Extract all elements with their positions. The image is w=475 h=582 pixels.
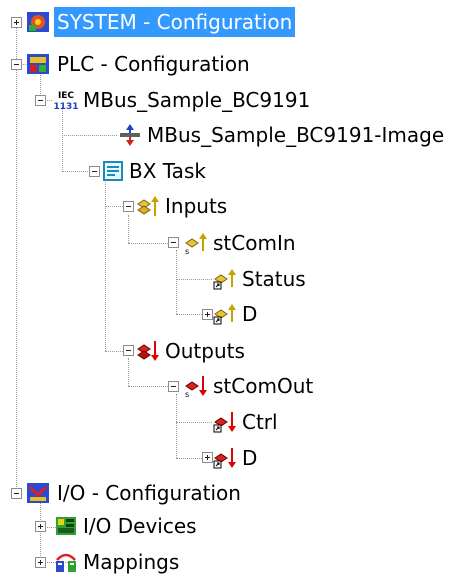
- tree-line: [128, 215, 129, 243]
- collapse-toggle-stcomout[interactable]: [168, 381, 179, 392]
- tree-line: [62, 107, 63, 172]
- expand-toggle-input-d[interactable]: [202, 309, 213, 320]
- tree-label: Outputs: [165, 339, 245, 363]
- output-variable-icon: [213, 448, 236, 469]
- tree-label: MBus_Sample_BC9191: [83, 88, 311, 112]
- tree-line: [176, 394, 177, 458]
- tree-label: PLC - Configuration: [57, 52, 250, 76]
- collapse-toggle-stcomin[interactable]: [168, 237, 179, 248]
- tree-label: D: [242, 446, 258, 470]
- collapse-toggle-outputs[interactable]: [123, 345, 134, 356]
- tree-line: [128, 243, 168, 244]
- plc-config-icon: [27, 54, 49, 74]
- svg-text:1131: 1131: [54, 102, 78, 112]
- tree-label: Inputs: [165, 194, 228, 218]
- tree-line: [16, 23, 17, 493]
- collapse-toggle-project[interactable]: [35, 95, 46, 106]
- input-variable-icon: [213, 269, 236, 290]
- tree-label: I/O - Configuration: [57, 481, 241, 505]
- tree-node-system[interactable]: SYSTEM - Configuration: [0, 7, 475, 37]
- tree-line: [128, 358, 129, 386]
- tree-line: [105, 206, 125, 207]
- io-devices-icon: [56, 517, 76, 535]
- tree-label: Status: [242, 267, 306, 291]
- collapse-toggle-inputs[interactable]: [123, 201, 134, 212]
- tree-line: [62, 135, 117, 136]
- input-struct-icon: s: [185, 233, 207, 255]
- mappings-icon: [56, 553, 76, 572]
- configuration-tree[interactable]: SYSTEM - Configuration PLC - Configurati…: [0, 0, 475, 582]
- tree-label: BX Task: [129, 159, 206, 183]
- tree-line: [176, 250, 177, 314]
- expand-toggle-mappings[interactable]: [35, 557, 46, 568]
- expand-toggle-output-d[interactable]: [202, 452, 213, 463]
- tree-line: [176, 422, 212, 423]
- expand-toggle-io-devices[interactable]: [35, 521, 46, 532]
- iec-1131-icon: IEC 1131: [54, 91, 78, 112]
- system-config-icon: [27, 12, 49, 32]
- task-icon: [103, 161, 123, 181]
- tree-label: MBus_Sample_BC9191-Image: [147, 123, 445, 147]
- process-image-icon: [120, 124, 140, 146]
- tree-label: Mappings: [83, 550, 180, 574]
- svg-text:s: s: [185, 390, 189, 398]
- tree-label: D: [242, 302, 258, 326]
- tree-line: [176, 279, 212, 280]
- output-struct-icon: s: [185, 376, 207, 398]
- collapse-toggle-bx-task[interactable]: [89, 166, 100, 177]
- tree-line: [128, 386, 168, 387]
- svg-text:IEC: IEC: [58, 91, 74, 101]
- tree-line: [40, 502, 41, 562]
- tree-label: stComOut: [213, 374, 314, 398]
- collapse-toggle-plc[interactable]: [11, 59, 22, 70]
- tree-label: stComIn: [213, 231, 296, 255]
- inputs-icon: [137, 196, 159, 216]
- tree-line: [105, 351, 125, 352]
- tree-line: [105, 179, 106, 351]
- tree-label: I/O Devices: [83, 514, 197, 538]
- output-variable-icon: [213, 412, 236, 433]
- tree-label: SYSTEM - Configuration: [54, 7, 296, 37]
- svg-text:s: s: [185, 247, 189, 255]
- input-variable-icon: [213, 304, 236, 325]
- io-config-icon: [27, 483, 49, 503]
- tree-label: Ctrl: [242, 410, 278, 434]
- outputs-icon: [137, 341, 159, 361]
- collapse-toggle-io[interactable]: [11, 488, 22, 499]
